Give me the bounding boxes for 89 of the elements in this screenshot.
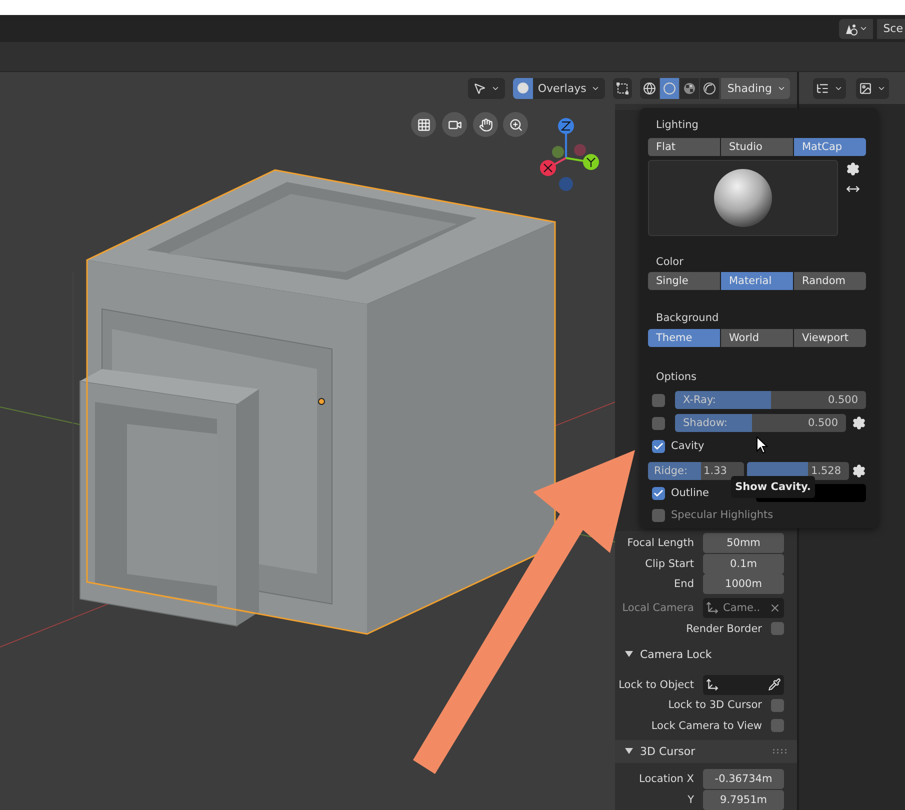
value-slider[interactable]: Ridge: 1.33 [648, 462, 744, 480]
option-button[interactable]: Material [721, 272, 793, 290]
option-label: Lock to 3D Cursor [668, 699, 762, 712]
field-label: Clip Start [644, 558, 695, 570]
scene-name-field[interactable]: Sce [877, 18, 905, 38]
value-field[interactable]: 9.7951m [703, 790, 784, 810]
image-icon [859, 82, 872, 94]
option-button[interactable]: Flat [648, 138, 720, 156]
caret-icon [859, 24, 868, 33]
settings-icon[interactable] [846, 162, 860, 176]
panel-header[interactable]: 3D Cursor [615, 740, 797, 763]
field-label: Local Camera [621, 602, 695, 614]
field-label: Focal Length [626, 537, 695, 550]
list-icon [816, 82, 829, 94]
checker-sphere-icon [683, 82, 696, 94]
scene-icon [844, 22, 858, 36]
checkbox[interactable] [652, 440, 665, 452]
shaded-sphere-icon [703, 82, 716, 94]
value-field[interactable]: 0.1m [703, 554, 784, 574]
sphere-drawing [713, 168, 773, 228]
option-button[interactable]: Studio [721, 138, 793, 156]
value-field[interactable]: 50mm [703, 533, 784, 554]
solid-sphere-icon [663, 82, 676, 94]
checkmark-icon [653, 488, 664, 498]
shading-mode-button[interactable] [640, 78, 660, 98]
field-label: End [673, 578, 695, 590]
xray-icon [616, 82, 630, 94]
origin-dot-icon [318, 398, 325, 405]
checkbox[interactable] [652, 508, 665, 522]
scene-selector-button[interactable] [839, 18, 874, 38]
option-button[interactable]: Single [648, 272, 720, 290]
tooltip: Show Cavity. [731, 476, 815, 498]
pointer-icon [472, 82, 486, 94]
camera-button[interactable] [442, 112, 467, 137]
option-label: Outline [671, 487, 709, 499]
cursor-icon [756, 436, 768, 454]
object-field[interactable] [703, 674, 784, 695]
shading-dropdown[interactable]: Shading [721, 78, 790, 98]
checkbox[interactable] [771, 622, 784, 636]
zoom-icon [508, 118, 522, 132]
wireframe-icon [643, 82, 656, 94]
value-field[interactable]: 1000m [703, 574, 784, 594]
field-label: Location X [638, 773, 695, 786]
section-title: Options [655, 371, 698, 385]
overlays-icon [516, 82, 529, 94]
section-title: Lighting [655, 119, 700, 133]
overlays-dropdown[interactable]: Overlays [512, 78, 606, 98]
value-slider[interactable]: Shadow: 0.500 [675, 414, 846, 432]
filter-dropdown[interactable] [856, 78, 889, 98]
zoom-button[interactable] [503, 112, 528, 137]
option-button[interactable]: Random [794, 272, 866, 290]
option-label: Lock Camera to View [651, 720, 762, 732]
grid-button[interactable] [411, 112, 436, 137]
axes-icon [706, 678, 719, 692]
value-slider[interactable]: X-Ray: 0.500 [675, 391, 866, 409]
eyedropper-icon[interactable] [768, 678, 781, 692]
checkbox[interactable] [652, 416, 665, 430]
display-mode-dropdown[interactable] [813, 78, 846, 98]
option-label: Render Border [686, 622, 762, 635]
value-field[interactable]: -0.36734m [703, 769, 784, 790]
hand-button[interactable] [473, 112, 498, 137]
field-label: Lock to Object [618, 678, 695, 691]
hand-icon [478, 118, 492, 132]
option-button[interactable]: Viewport [794, 329, 866, 347]
axes-icon [706, 601, 719, 614]
checkmark-icon [653, 440, 664, 452]
grid-icon [416, 118, 430, 132]
section-title: Background [655, 312, 720, 326]
checkbox[interactable] [652, 486, 665, 500]
field-label: Y [686, 794, 695, 806]
xray-toggle[interactable] [613, 78, 632, 98]
shading-mode-button[interactable] [660, 78, 680, 98]
option-button[interactable]: World [721, 329, 793, 347]
visibility-dropdown[interactable] [468, 78, 505, 98]
option-label: Cavity [671, 440, 704, 452]
option-label: Specular Highlights [671, 509, 774, 521]
option-button[interactable]: Theme [648, 329, 720, 347]
shading-mode-button[interactable] [680, 78, 700, 98]
drag-grip-icon[interactable] [773, 748, 787, 754]
option-button[interactable]: MatCap [794, 138, 866, 156]
matcap-preview[interactable] [648, 160, 838, 236]
checkbox[interactable] [771, 719, 784, 732]
checkbox[interactable] [652, 394, 665, 406]
section-title: Color [655, 256, 684, 270]
shading-mode-button[interactable] [700, 78, 720, 98]
settings-icon[interactable] [852, 464, 866, 478]
checkbox[interactable] [771, 698, 784, 712]
field-value: Came.. [723, 602, 760, 614]
settings-icon[interactable] [852, 416, 866, 430]
